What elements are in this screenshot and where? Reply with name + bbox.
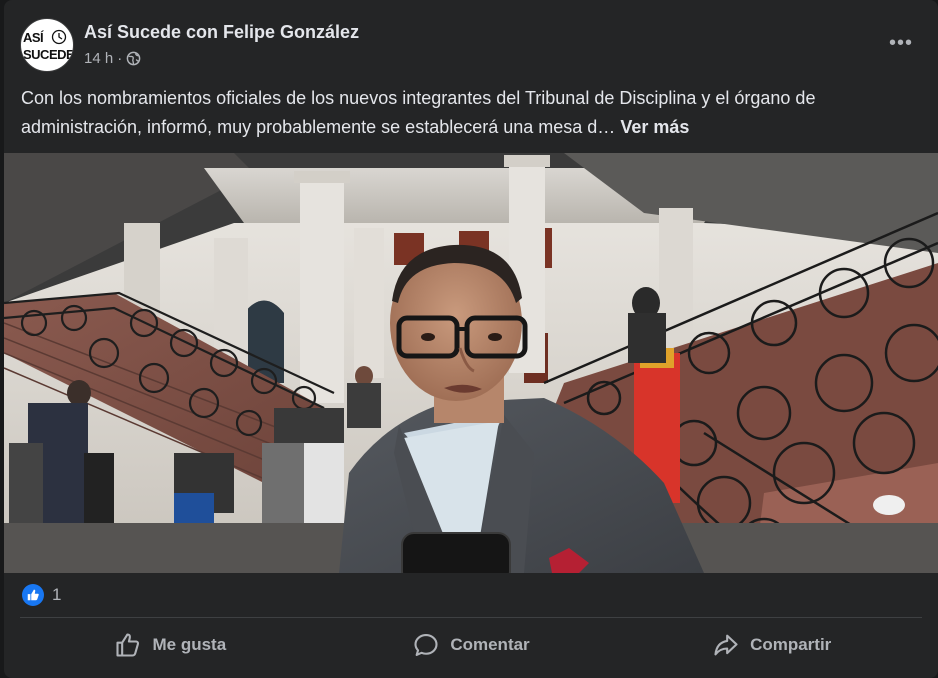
like-icon [22,584,44,606]
like-button[interactable]: Me gusta [20,624,321,666]
avatar-text-line2: SUCEDE [23,47,74,62]
post-video[interactable] [4,153,938,573]
video-frame-photo [4,153,938,573]
more-options-button[interactable]: ••• [886,28,916,58]
comment-button[interactable]: Comentar [321,624,622,666]
see-more-link[interactable]: Ver más [620,117,689,137]
comment-button-label: Comentar [450,635,530,654]
reaction-count: 1 [52,585,62,604]
post-card: ASÍ SUCEDE Así Sucede con Felipe Gonzále… [4,0,938,678]
post-text: Con los nombramientos oficiales de los n… [21,84,921,142]
post-header: ASÍ SUCEDE Así Sucede con Felipe Gonzále… [20,18,922,74]
reactions-summary[interactable]: 1 [22,583,61,607]
page-name-link[interactable]: Así Sucede con Felipe González [84,22,359,43]
action-bar: Me gusta Comentar Compartir [20,624,922,666]
post-body: Con los nombramientos oficiales de los n… [21,88,816,137]
share-button-label: Compartir [750,635,832,654]
globe-icon [126,51,141,66]
like-button-label: Me gusta [152,635,227,654]
actions-divider [20,617,922,618]
clock-icon [51,29,67,45]
avatar-text-line1: ASÍ [23,30,44,45]
post-meta: 14 h · [84,50,141,67]
more-options-icon: ••• [888,31,913,54]
comment-icon [414,634,438,656]
share-icon [714,634,738,656]
meta-separator: · [117,50,123,67]
page-avatar[interactable]: ASÍ SUCEDE [20,18,74,72]
post-timestamp[interactable]: 14 h [84,50,113,67]
share-button[interactable]: Compartir [621,624,922,666]
thumbs-up-icon [116,633,140,657]
